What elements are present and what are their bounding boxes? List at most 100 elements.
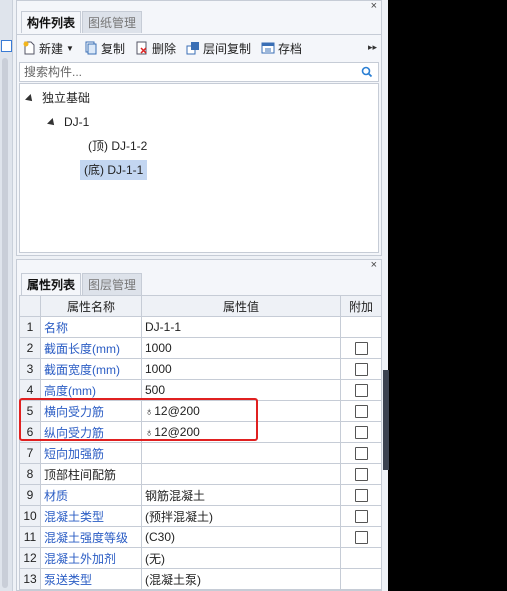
property-name: 混凝土类型 — [40, 505, 142, 527]
extra-checkbox[interactable] — [354, 489, 368, 503]
more-icon[interactable]: ▸▸ — [368, 42, 377, 53]
extra-checkbox[interactable] — [354, 447, 368, 461]
table-row[interactable]: 1 名称 DJ-1-1 — [19, 316, 382, 338]
floor-copy-button[interactable]: 层间复制 — [181, 37, 256, 59]
property-value[interactable] — [141, 442, 341, 464]
tree-node-root[interactable]: 独立基础 — [25, 88, 91, 108]
table-row[interactable]: 4 高度(mm) 500 — [19, 379, 382, 401]
property-name: 高度(mm) — [40, 379, 142, 401]
extra-checkbox[interactable] — [354, 342, 368, 356]
search-icon[interactable] — [361, 66, 373, 78]
header-extra: 附加 — [340, 295, 382, 317]
table-row[interactable]: 7 短向加强筋 — [19, 442, 382, 464]
delete-button[interactable]: 删除 — [130, 37, 181, 59]
extra-checkbox[interactable] — [354, 384, 368, 398]
extra-cell — [340, 547, 382, 569]
drawing-area[interactable] — [383, 0, 507, 591]
table-row[interactable]: 6 纵向受力筋 ♁12@200 — [19, 421, 382, 443]
copy-button[interactable]: 复制 — [79, 37, 130, 59]
table-row[interactable]: 13 泵送类型 (混凝土泵) — [19, 568, 382, 590]
property-name: 泵送类型 — [40, 568, 142, 590]
row-number: 5 — [19, 400, 41, 422]
left-scrollbar[interactable] — [2, 58, 8, 588]
expand-triangle-icon[interactable] — [25, 93, 35, 104]
tree-node-root-label: 独立基础 — [42, 91, 91, 105]
tree-node-dj1[interactable]: DJ-1 — [47, 112, 89, 132]
property-value[interactable]: 1000 — [141, 337, 341, 359]
search-input[interactable] — [20, 63, 358, 81]
floor-copy-icon — [186, 42, 199, 55]
property-value-text: 1000 — [145, 362, 172, 376]
property-value[interactable]: 500 — [141, 379, 341, 401]
new-icon — [23, 41, 35, 55]
property-name: 顶部柱间配筋 — [40, 463, 142, 485]
property-value-text: 12@200 — [154, 425, 200, 439]
tab-layer-management[interactable]: 图层管理 — [82, 273, 143, 295]
collapse-handle[interactable] — [383, 370, 389, 470]
row-number: 3 — [19, 358, 41, 380]
extra-checkbox[interactable] — [354, 405, 368, 419]
property-value[interactable]: DJ-1-1 — [141, 316, 341, 338]
property-value-text: 1000 — [145, 341, 172, 355]
expand-triangle-icon[interactable] — [47, 117, 57, 128]
property-value[interactable]: (预拌混凝土) — [141, 505, 341, 527]
new-button[interactable]: 新建 ▼ — [17, 37, 79, 59]
extra-checkbox[interactable] — [354, 531, 368, 545]
table-row[interactable]: 12 混凝土外加剂 (无) — [19, 547, 382, 569]
tab-property-list[interactable]: 属性列表 — [21, 273, 82, 295]
extra-cell — [340, 337, 382, 359]
copy-icon — [85, 41, 97, 55]
extra-cell — [340, 358, 382, 380]
row-number: 12 — [19, 547, 41, 569]
property-value[interactable]: ♁12@200 — [141, 421, 341, 443]
row-number: 7 — [19, 442, 41, 464]
extra-checkbox[interactable] — [354, 363, 368, 377]
table-row[interactable]: 9 材质 钢筋混凝土 — [19, 484, 382, 506]
property-value[interactable]: (C30) — [141, 526, 341, 548]
extra-checkbox[interactable] — [354, 468, 368, 482]
header-index — [19, 295, 41, 317]
extra-cell — [340, 484, 382, 506]
extra-checkbox[interactable] — [354, 510, 368, 524]
property-value[interactable]: ♁12@200 — [141, 400, 341, 422]
extra-cell — [340, 400, 382, 422]
tree-leaf-bottom-selected[interactable]: (底) DJ-1-1 — [80, 160, 148, 180]
table-row[interactable]: 8 顶部柱间配筋 — [19, 463, 382, 485]
tab-drawing-management[interactable]: 图纸管理 — [82, 11, 143, 33]
property-value-text: 12@200 — [154, 404, 200, 418]
property-name: 材质 — [40, 484, 142, 506]
tree-leaf-top[interactable]: (顶) DJ-1-2 — [84, 136, 151, 156]
property-value[interactable]: 钢筋混凝土 — [141, 484, 341, 506]
close-icon[interactable]: × — [371, 1, 377, 12]
component-toolbar: 新建 ▼ 复制 删除 层间复制 存档 ▸▸ — [17, 34, 381, 61]
row-number: 10 — [19, 505, 41, 527]
table-row[interactable]: 10 混凝土类型 (预拌混凝土) — [19, 505, 382, 527]
extra-checkbox[interactable] — [354, 426, 368, 440]
save-label: 存档 — [277, 41, 302, 56]
table-row[interactable]: 2 截面长度(mm) 1000 — [19, 337, 382, 359]
table-row[interactable]: 5 横向受力筋 ♁12@200 — [19, 400, 382, 422]
table-row[interactable]: 11 混凝土强度等级 (C30) — [19, 526, 382, 548]
save-button[interactable]: 存档 — [256, 37, 307, 59]
property-value[interactable]: (无) — [141, 547, 341, 569]
component-tabs: 构件列表 图纸管理 — [21, 11, 143, 33]
property-name: 横向受力筋 — [40, 400, 142, 422]
extra-cell — [340, 463, 382, 485]
header-property-name: 属性名称 — [40, 295, 142, 317]
floor-copy-label: 层间复制 — [202, 41, 251, 56]
row-number: 2 — [19, 337, 41, 359]
property-value[interactable]: (混凝土泵) — [141, 568, 341, 590]
property-value[interactable] — [141, 463, 341, 485]
close-icon[interactable]: × — [371, 260, 377, 271]
property-name: 纵向受力筋 — [40, 421, 142, 443]
row-number: 6 — [19, 421, 41, 443]
row-number: 8 — [19, 463, 41, 485]
extra-cell — [340, 316, 382, 338]
property-name: 混凝土强度等级 — [40, 526, 142, 548]
window-icon[interactable] — [1, 40, 12, 52]
row-number: 11 — [19, 526, 41, 548]
table-row[interactable]: 3 截面宽度(mm) 1000 — [19, 358, 382, 380]
tab-component-list[interactable]: 构件列表 — [21, 11, 82, 33]
property-value[interactable]: 1000 — [141, 358, 341, 380]
property-name: 名称 — [40, 316, 142, 338]
